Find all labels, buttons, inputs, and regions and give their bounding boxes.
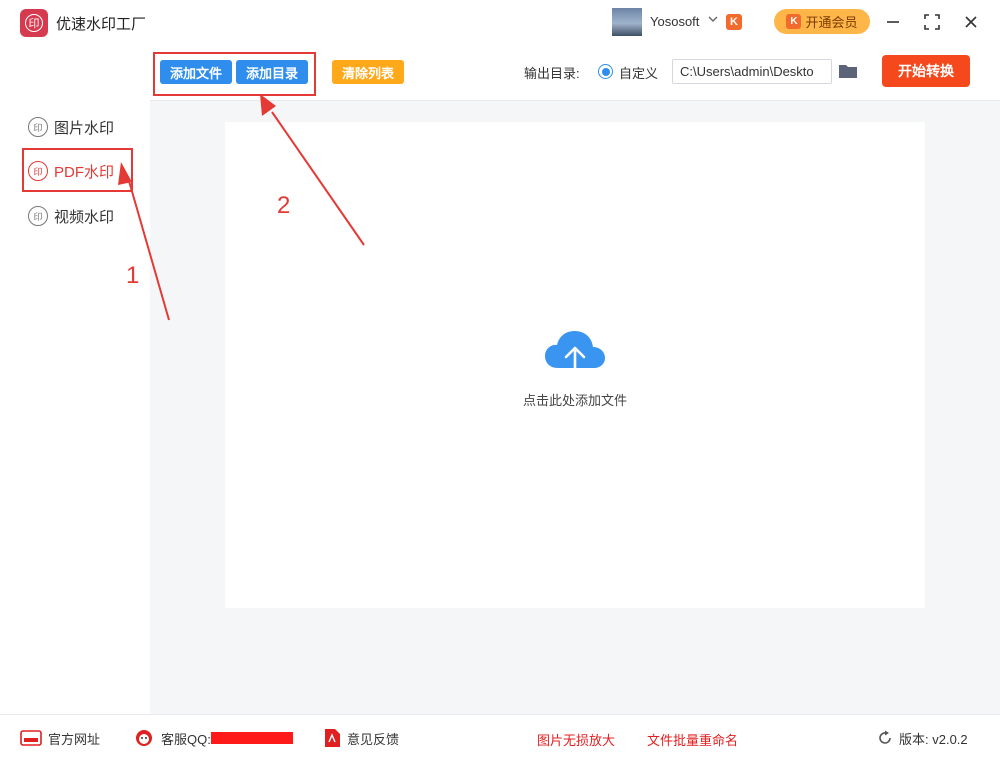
image-lossless-enlarge-link[interactable]: 图片无损放大 xyxy=(537,730,615,749)
user-avatar[interactable] xyxy=(612,8,642,36)
sidebar-item-label: 视频水印 xyxy=(54,208,115,226)
official-website-label: 官方网址 xyxy=(48,731,101,747)
sidebar: 印 图片水印 印 PDF水印 印 视频水印 xyxy=(0,44,150,714)
chevron-down-icon[interactable] xyxy=(708,15,718,26)
app-title: 优速水印工厂 xyxy=(56,16,147,33)
close-button[interactable] xyxy=(957,8,985,36)
vip-status-icon: K xyxy=(726,14,742,30)
redacted-qq-number xyxy=(210,732,293,744)
highlight-box-add-buttons xyxy=(153,52,316,96)
feedback-label: 意见反馈 xyxy=(347,731,400,747)
website-icon xyxy=(20,730,42,746)
version-label: 版本: v2.0.2 xyxy=(899,731,968,747)
toolbar: 添加文件 添加目录 清除列表 输出目录: 自定义 开始转换 xyxy=(150,44,1000,101)
vip-icon: K xyxy=(786,14,802,29)
official-website-link[interactable]: 官方网址 xyxy=(20,729,100,747)
highlight-box-pdf xyxy=(22,148,133,192)
open-vip-button[interactable]: K 开通会员 xyxy=(774,9,870,34)
feedback-link[interactable]: 意见反馈 xyxy=(323,729,399,747)
step-number-2: 2 xyxy=(277,192,291,219)
batch-rename-link[interactable]: 文件批量重命名 xyxy=(647,730,738,749)
customer-service-icon xyxy=(136,730,152,746)
app-logo-text: 印 xyxy=(25,14,43,32)
maximize-icon xyxy=(924,14,940,30)
qq-label: 客服QQ: xyxy=(161,731,211,747)
dropzone-hint: 点击此处添加文件 xyxy=(522,393,627,408)
maximize-button[interactable] xyxy=(918,8,946,36)
customer-service-qq[interactable]: 客服QQ: xyxy=(133,729,293,747)
minimize-button[interactable] xyxy=(879,8,907,36)
output-dir-label: 输出目录: xyxy=(524,66,580,81)
footer: 官方网址 客服QQ: 意见反馈 图片无损放大 文件批量重命名 版本: v2.0.… xyxy=(0,714,1000,760)
custom-radio[interactable] xyxy=(598,64,613,79)
version-info[interactable]: 版本: v2.0.2 xyxy=(877,729,968,747)
pdf-feedback-icon xyxy=(325,729,340,747)
app-logo: 印 xyxy=(20,9,48,37)
output-path-input[interactable] xyxy=(672,59,832,84)
cloud-upload-icon xyxy=(544,328,606,382)
minimize-icon xyxy=(887,21,899,23)
clear-list-button[interactable]: 清除列表 xyxy=(332,60,404,84)
custom-radio-label[interactable]: 自定义 xyxy=(619,63,658,82)
open-vip-label: 开通会员 xyxy=(805,15,858,30)
username[interactable]: Yososoft xyxy=(650,14,699,29)
sidebar-item-video-watermark[interactable]: 印 视频水印 xyxy=(28,205,114,227)
refresh-icon xyxy=(879,730,891,744)
folder-icon[interactable] xyxy=(838,63,858,79)
watermark-seal-icon: 印 xyxy=(28,206,48,226)
start-convert-button[interactable]: 开始转换 xyxy=(882,55,970,87)
watermark-seal-icon: 印 xyxy=(28,117,48,137)
sidebar-item-label: 图片水印 xyxy=(54,119,115,137)
step-number-1: 1 xyxy=(126,262,140,289)
file-dropzone[interactable]: 点击此处添加文件 xyxy=(225,122,925,608)
close-icon xyxy=(965,16,977,28)
title-bar: 印 优速水印工厂 Yososoft K K 开通会员 xyxy=(0,0,1000,44)
sidebar-item-image-watermark[interactable]: 印 图片水印 xyxy=(28,116,114,138)
